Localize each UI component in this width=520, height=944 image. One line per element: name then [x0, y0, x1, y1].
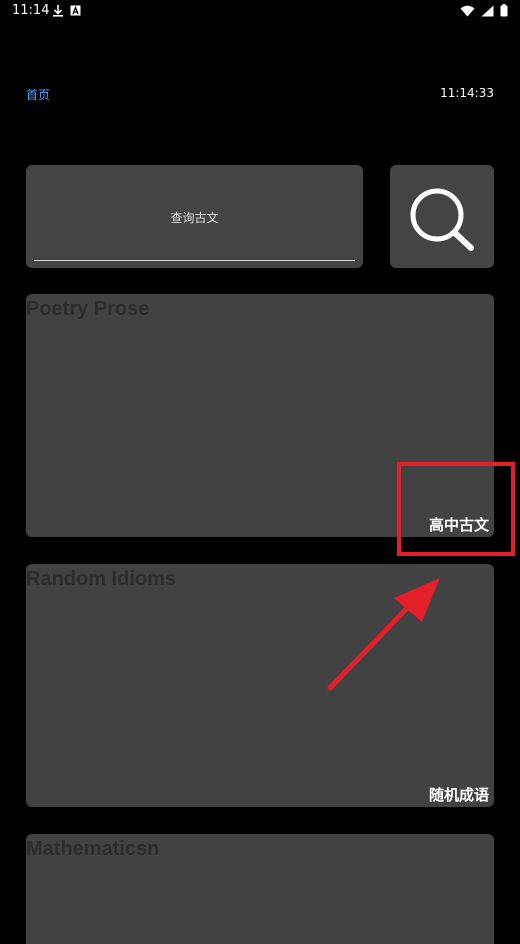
- font-icon: [70, 5, 81, 16]
- signal-icon: [481, 5, 494, 16]
- search-icon: [410, 188, 474, 251]
- status-time: 11:14: [12, 3, 50, 18]
- annotation-highlight-box: [397, 462, 515, 556]
- status-icons-left: [52, 4, 81, 17]
- status-icons-right: [460, 4, 508, 17]
- status-bar: 11:14: [0, 0, 520, 24]
- wifi-icon: [460, 5, 475, 16]
- card-title: Mathematicsn: [26, 838, 160, 860]
- clock-display: 11:14:33: [440, 86, 494, 100]
- search-underline: [34, 260, 355, 261]
- card-title: Poetry Prose: [26, 298, 150, 320]
- card-subtitle: 随机成语: [428, 786, 489, 804]
- card-mathematics[interactable]: Mathematicsn: [26, 834, 494, 944]
- battery-icon: [500, 4, 508, 17]
- search-input[interactable]: 查询古文: [26, 165, 363, 268]
- home-link[interactable]: 首页: [26, 86, 50, 103]
- search-button[interactable]: [390, 165, 494, 268]
- annotation-arrow-icon: [327, 578, 440, 691]
- search-placeholder: 查询古文: [170, 211, 219, 225]
- download-icon: [53, 5, 63, 17]
- card-title: Random Idioms: [26, 568, 177, 590]
